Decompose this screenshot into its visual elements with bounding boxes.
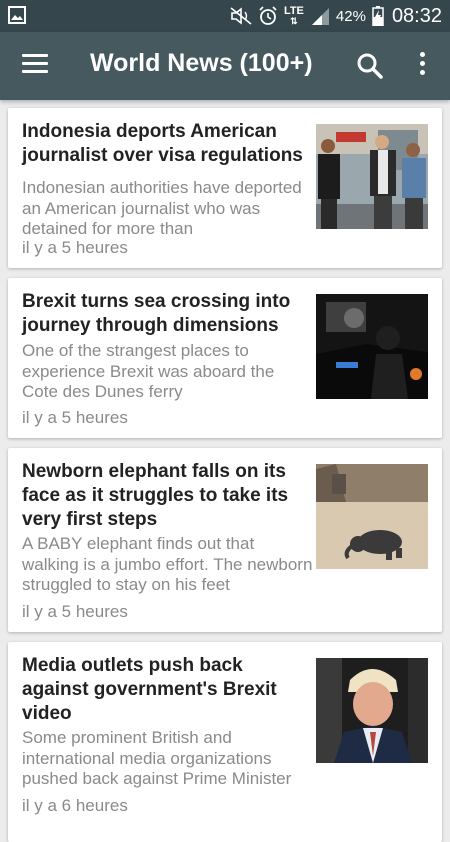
status-bar: LTE ⇅ 42% 08:32 bbox=[0, 0, 450, 32]
article-time: il y a 6 heures bbox=[22, 796, 128, 815]
alarm-icon bbox=[259, 6, 277, 25]
article-title[interactable]: Brexit turns sea crossing into journey t… bbox=[22, 290, 304, 338]
article-thumbnail bbox=[316, 294, 428, 399]
article-snippet: Some prominent British and international… bbox=[22, 728, 292, 788]
article-snippet: Indonesian authorities have deported an … bbox=[22, 178, 302, 238]
news-card[interactable]: Media outlets push back against governme… bbox=[8, 642, 442, 842]
article-snippet: One of the strangest places to experienc… bbox=[22, 341, 275, 401]
mute-vibrate-icon bbox=[230, 7, 252, 25]
article-snippet: A BABY elephant finds out that walking i… bbox=[22, 534, 313, 594]
news-card[interactable]: Newborn elephant falls on its face as it… bbox=[8, 448, 442, 632]
gallery-notification-icon bbox=[8, 6, 26, 24]
signal-icon bbox=[311, 8, 329, 25]
battery-percent: 42% bbox=[335, 7, 366, 25]
article-time: il y a 5 heures bbox=[22, 408, 128, 427]
battery-charging-icon bbox=[372, 6, 384, 26]
article-time: il y a 5 heures bbox=[22, 238, 128, 257]
article-thumbnail bbox=[316, 124, 428, 229]
clock: 08:32 bbox=[391, 4, 442, 27]
article-title[interactable]: Media outlets push back against governme… bbox=[22, 654, 304, 726]
article-time: il y a 5 heures bbox=[22, 602, 128, 621]
overflow-menu-icon[interactable] bbox=[412, 52, 432, 80]
page-title: World News (100+) bbox=[90, 49, 313, 77]
article-thumbnail bbox=[316, 464, 428, 569]
article-title[interactable]: Indonesia deports American journalist ov… bbox=[22, 120, 304, 168]
news-card[interactable]: Brexit turns sea crossing into journey t… bbox=[8, 278, 442, 438]
article-title[interactable]: Newborn elephant falls on its face as it… bbox=[22, 460, 304, 532]
network-type-label: LTE ⇅ bbox=[283, 5, 304, 27]
article-thumbnail bbox=[316, 658, 428, 763]
search-icon[interactable] bbox=[356, 52, 384, 80]
menu-icon[interactable] bbox=[22, 54, 48, 78]
app-bar: World News (100+) bbox=[0, 32, 450, 100]
news-card[interactable]: Indonesia deports American journalist ov… bbox=[8, 108, 442, 268]
